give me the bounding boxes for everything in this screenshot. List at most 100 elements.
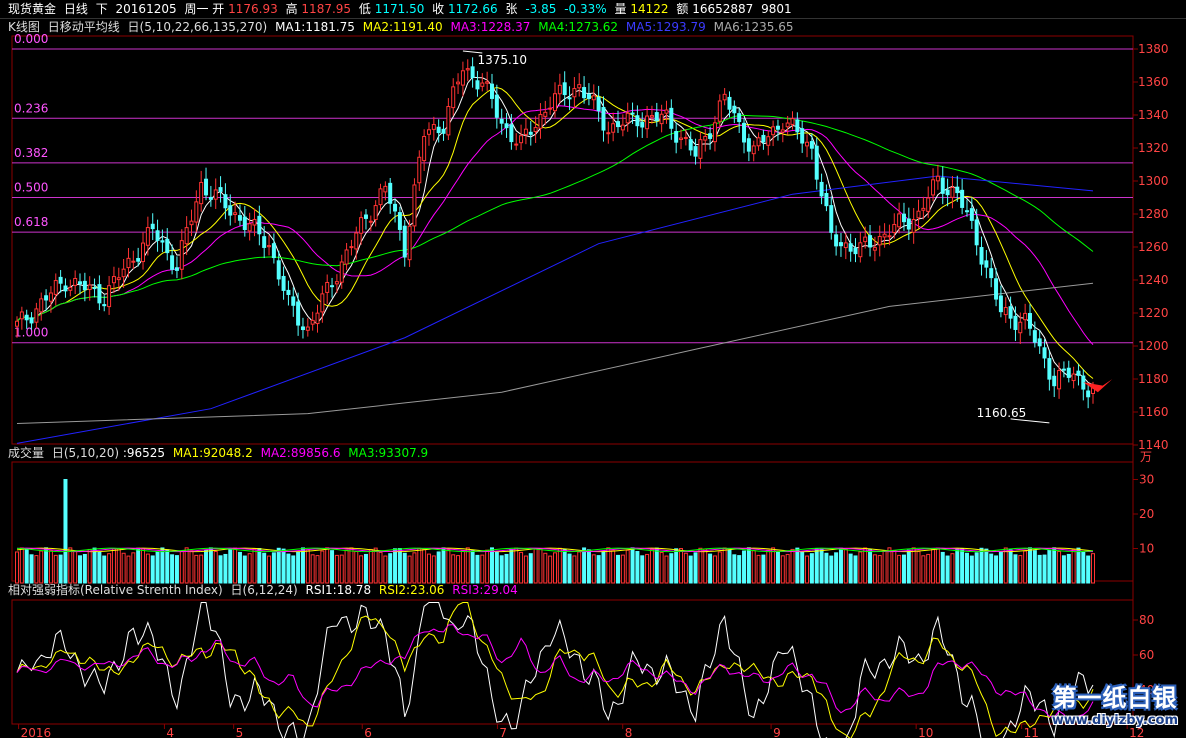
volume-bar	[931, 548, 936, 584]
candlestick	[998, 295, 1003, 313]
volume-bar	[223, 553, 228, 584]
candlestick	[1047, 358, 1052, 380]
candlestick	[572, 88, 577, 98]
candlestick	[737, 113, 742, 123]
volume-bar	[984, 548, 989, 584]
candlestick	[184, 227, 189, 245]
volume-bar	[1013, 554, 1018, 584]
price-tick-label: 1280	[1138, 207, 1169, 221]
volume-bar	[989, 553, 994, 584]
candlestick	[882, 233, 887, 238]
candlestick	[979, 247, 984, 265]
candlestick	[984, 260, 989, 268]
ma-line-ma4	[16, 114, 1094, 322]
candlestick	[674, 131, 679, 143]
volume-unit-label: 万	[1140, 450, 1152, 464]
candlestick	[649, 115, 654, 118]
candlestick	[872, 247, 877, 251]
candlestick	[383, 185, 388, 193]
volume-bar	[553, 552, 557, 584]
volume-bar	[78, 555, 83, 584]
candlestick	[795, 119, 800, 133]
volume-bar	[136, 547, 141, 584]
volume-bar	[199, 554, 204, 584]
candlestick	[494, 94, 499, 118]
candlestick	[698, 139, 703, 159]
volume-bar	[727, 549, 732, 584]
candlestick	[746, 138, 751, 152]
volume-bar	[1057, 551, 1062, 584]
candlestick	[456, 81, 461, 85]
candlestick	[989, 268, 994, 279]
volume-bar	[834, 552, 839, 584]
volume-bar	[669, 553, 674, 584]
candlestick	[78, 281, 83, 285]
volume-bar	[591, 554, 596, 584]
candlestick	[465, 68, 470, 71]
rsi2-line	[16, 602, 1094, 738]
candlestick	[683, 136, 688, 139]
candlestick	[1018, 321, 1023, 334]
volume-bar	[92, 547, 97, 584]
candlestick	[436, 126, 441, 134]
candlestick	[233, 212, 238, 216]
volume-bar	[267, 555, 272, 584]
price-tick-label: 1240	[1138, 273, 1169, 287]
candlestick	[1061, 368, 1066, 371]
candlestick	[412, 184, 417, 227]
candlestick	[286, 289, 291, 295]
volume-bar	[344, 549, 349, 584]
candlestick	[446, 106, 451, 136]
volume-bar	[305, 549, 310, 584]
candlestick	[271, 243, 276, 259]
volume-bar	[935, 547, 940, 584]
volume-bar	[189, 550, 194, 584]
ma-line-ma1	[16, 76, 1094, 386]
volume-bar	[868, 549, 873, 584]
candlestick	[489, 83, 494, 99]
candlestick	[1071, 373, 1076, 382]
candlestick	[29, 317, 34, 324]
volume-bar	[339, 554, 344, 584]
volume-bar	[271, 552, 276, 584]
volume-bar	[426, 553, 431, 584]
candlestick	[1003, 307, 1008, 316]
volume-bar	[771, 547, 776, 584]
volume-bar	[102, 555, 107, 584]
volume-bar	[974, 552, 979, 584]
volume-bar	[635, 551, 640, 584]
volume-bar	[446, 549, 451, 584]
candlestick	[824, 193, 829, 207]
candlestick	[407, 225, 412, 261]
volume-bar	[97, 551, 102, 584]
candlestick	[606, 132, 611, 135]
candlestick	[359, 217, 364, 234]
volume-bar	[441, 547, 446, 584]
candlestick	[616, 121, 621, 128]
volume-bar	[611, 550, 616, 584]
candlestick	[228, 205, 233, 216]
volume-bar	[1003, 547, 1008, 584]
candlestick	[509, 124, 514, 143]
volume-bar	[247, 553, 252, 584]
candlestick	[906, 218, 911, 230]
volume-bar	[218, 555, 223, 584]
candlestick	[126, 257, 131, 269]
x-tick-label: 11	[1024, 726, 1039, 738]
candlestick	[659, 113, 664, 125]
candlestick	[315, 312, 320, 325]
volume-bar	[252, 548, 257, 584]
candlestick	[654, 112, 659, 122]
volume-bar	[887, 547, 892, 584]
volume-bar	[208, 547, 213, 584]
volume-bar	[334, 554, 339, 584]
volume-bar	[630, 547, 635, 584]
candlestick	[834, 234, 839, 247]
volume-bar	[174, 555, 179, 584]
volume-bar	[436, 551, 441, 584]
chart-canvas[interactable]: 1380 1360 1340 1320 1300 1280 1260 1240 1220 1200…	[0, 0, 1186, 738]
candlestick	[994, 278, 999, 300]
watermark-title: 第一纸白银	[1052, 684, 1178, 712]
ma-line-ma5	[16, 175, 1094, 444]
candlestick	[204, 178, 209, 196]
